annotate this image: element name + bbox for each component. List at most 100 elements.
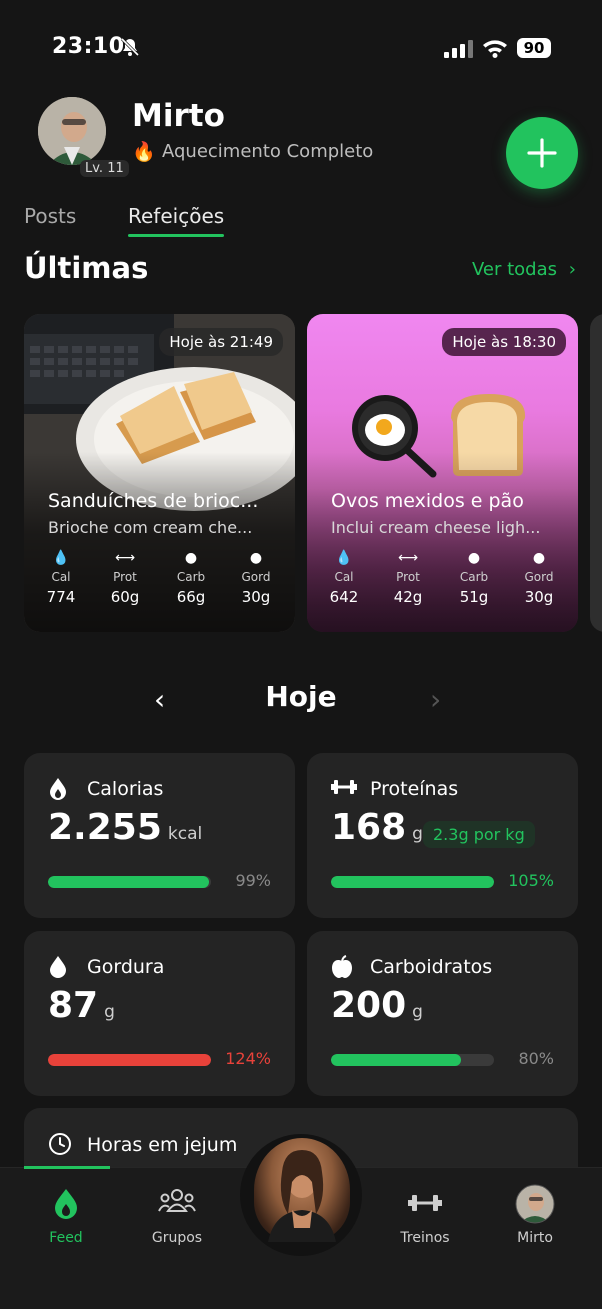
- fire-icon: 🔥: [132, 141, 156, 163]
- clock-icon: [48, 1132, 72, 1160]
- progress-fill: [331, 1054, 462, 1066]
- macro-label: Cal: [334, 570, 354, 584]
- macro-carb: ● Carb 51g: [446, 550, 502, 606]
- progress-bar: [48, 1054, 211, 1066]
- progress-fill: [48, 876, 210, 888]
- nav-feed[interactable]: Feed: [21, 1188, 111, 1246]
- stat-unit: g: [104, 1002, 115, 1022]
- apple-icon: [331, 955, 353, 984]
- drop-icon: [48, 955, 68, 984]
- nav-label: Grupos: [151, 1230, 203, 1246]
- signal-icon: [444, 40, 474, 62]
- stat-carboidratos[interactable]: Carboidratos 200 g 80%: [307, 931, 578, 1096]
- stat-name: Carboidratos: [370, 956, 493, 978]
- fasting-title: Horas em jejum: [87, 1134, 238, 1156]
- macro-label: Prot: [113, 570, 137, 584]
- macro-gord: ● Gord 30g: [228, 550, 284, 606]
- macro-value: 42g: [393, 588, 423, 606]
- stat-number: 87: [48, 985, 99, 1026]
- stat-percent: 80%: [518, 1049, 554, 1068]
- stat-calorias[interactable]: Calorias 2.255 kcal 99%: [24, 753, 295, 918]
- oil-drop-icon: ●: [249, 550, 263, 566]
- tab-posts[interactable]: Posts: [24, 204, 76, 228]
- apple-icon: ●: [184, 550, 198, 566]
- macro-value: 30g: [524, 588, 554, 606]
- meal-card[interactable]: Hoje às 21:49 Sanduíches de brioc... Bri…: [24, 314, 295, 632]
- dumbbell-icon: [331, 777, 357, 802]
- tab-refeicoes[interactable]: Refeições: [128, 204, 224, 228]
- macro-prot: ⟷ Prot 42g: [380, 550, 436, 606]
- macro-value: 30g: [241, 588, 271, 606]
- bell-off-icon: [120, 37, 140, 61]
- macro-carb: ● Carb 66g: [163, 550, 219, 606]
- stat-value: 2.255 kcal: [48, 807, 202, 848]
- macro-label: Gord: [241, 570, 271, 584]
- chevron-right-icon[interactable]: ›: [430, 683, 441, 716]
- macro-value: 51g: [459, 588, 489, 606]
- plus-icon: [527, 138, 557, 168]
- stat-unit: kcal: [167, 824, 203, 844]
- meal-time-chip: Hoje às 21:49: [159, 328, 283, 356]
- macro-value: 774: [46, 588, 76, 606]
- meal-title: Sanduíches de brioc...: [48, 490, 259, 512]
- meal-subtitle: Brioche com cream che...: [48, 518, 253, 537]
- level-badge: Lv. 11: [80, 160, 129, 177]
- progress-fill: [331, 876, 494, 888]
- macro-label: Cal: [51, 570, 71, 584]
- avatar[interactable]: [38, 97, 106, 165]
- stat-percent: 99%: [235, 871, 271, 890]
- wifi-icon: [482, 38, 508, 62]
- nav-profile[interactable]: Mirto: [490, 1184, 580, 1246]
- meal-subtitle: Inclui cream cheese ligh...: [331, 518, 541, 537]
- macro-cal: 💧 Cal 642: [316, 550, 372, 606]
- macro-value: 66g: [176, 588, 206, 606]
- battery-icon: 90: [517, 38, 551, 58]
- user-status: Aquecimento Completo: [162, 141, 374, 162]
- macro-value: 60g: [110, 588, 140, 606]
- macro-gord: ● Gord 30g: [511, 550, 567, 606]
- profile-avatar: [490, 1184, 580, 1224]
- day-title: Hoje: [265, 680, 337, 713]
- meal-card[interactable]: Hoje às 18:30 Ovos mexidos e pão Inclui …: [307, 314, 578, 632]
- status-time: 23:10: [52, 34, 125, 59]
- per-kg-badge: 2.3g por kg: [423, 821, 535, 848]
- stat-gordura[interactable]: Gordura 87 g 124%: [24, 931, 295, 1096]
- nav-grupos[interactable]: Grupos: [132, 1188, 222, 1246]
- stat-percent: 105%: [508, 871, 554, 890]
- flame-icon: [21, 1188, 111, 1224]
- chevron-left-icon[interactable]: ‹: [154, 683, 165, 716]
- stat-value: 200 g: [331, 985, 423, 1026]
- macro-label: Carb: [459, 570, 489, 584]
- meal-title: Ovos mexidos e pão: [331, 490, 524, 512]
- progress-bar: [48, 876, 211, 888]
- section-title: Últimas: [24, 251, 149, 285]
- stat-number: 168: [331, 807, 407, 848]
- stat-unit: g: [412, 1002, 423, 1022]
- dumbbell-icon: ⟷: [397, 550, 419, 566]
- nav-treinos[interactable]: Treinos: [380, 1188, 470, 1246]
- stat-number: 2.255: [48, 807, 162, 848]
- stat-proteinas[interactable]: Proteínas 168 g 2.3g por kg 105%: [307, 753, 578, 918]
- stat-value: 87 g: [48, 985, 115, 1026]
- nav-label: Treinos: [400, 1230, 450, 1246]
- stat-value: 168 g: [331, 807, 423, 848]
- group-icon: [132, 1188, 222, 1224]
- meal-card-peek[interactable]: [590, 314, 602, 632]
- chevron-right-icon: ›: [568, 259, 576, 280]
- macro-label: Carb: [176, 570, 206, 584]
- add-button[interactable]: [506, 117, 578, 189]
- drop-icon: 💧: [52, 550, 70, 566]
- see-all-label: Ver todas: [472, 259, 558, 280]
- stat-percent: 124%: [225, 1049, 271, 1068]
- see-all-link[interactable]: Ver todas ›: [472, 259, 576, 280]
- flame-drop-icon: [48, 777, 68, 806]
- stat-name: Calorias: [87, 778, 164, 800]
- oil-drop-icon: ●: [532, 550, 546, 566]
- meal-time-chip: Hoje às 18:30: [442, 328, 566, 356]
- macro-label: Gord: [524, 570, 554, 584]
- stat-number: 200: [331, 985, 407, 1026]
- progress-bar: [331, 1054, 494, 1066]
- stat-name: Gordura: [87, 956, 165, 978]
- macro-value: 642: [329, 588, 359, 606]
- drop-icon: 💧: [335, 550, 353, 566]
